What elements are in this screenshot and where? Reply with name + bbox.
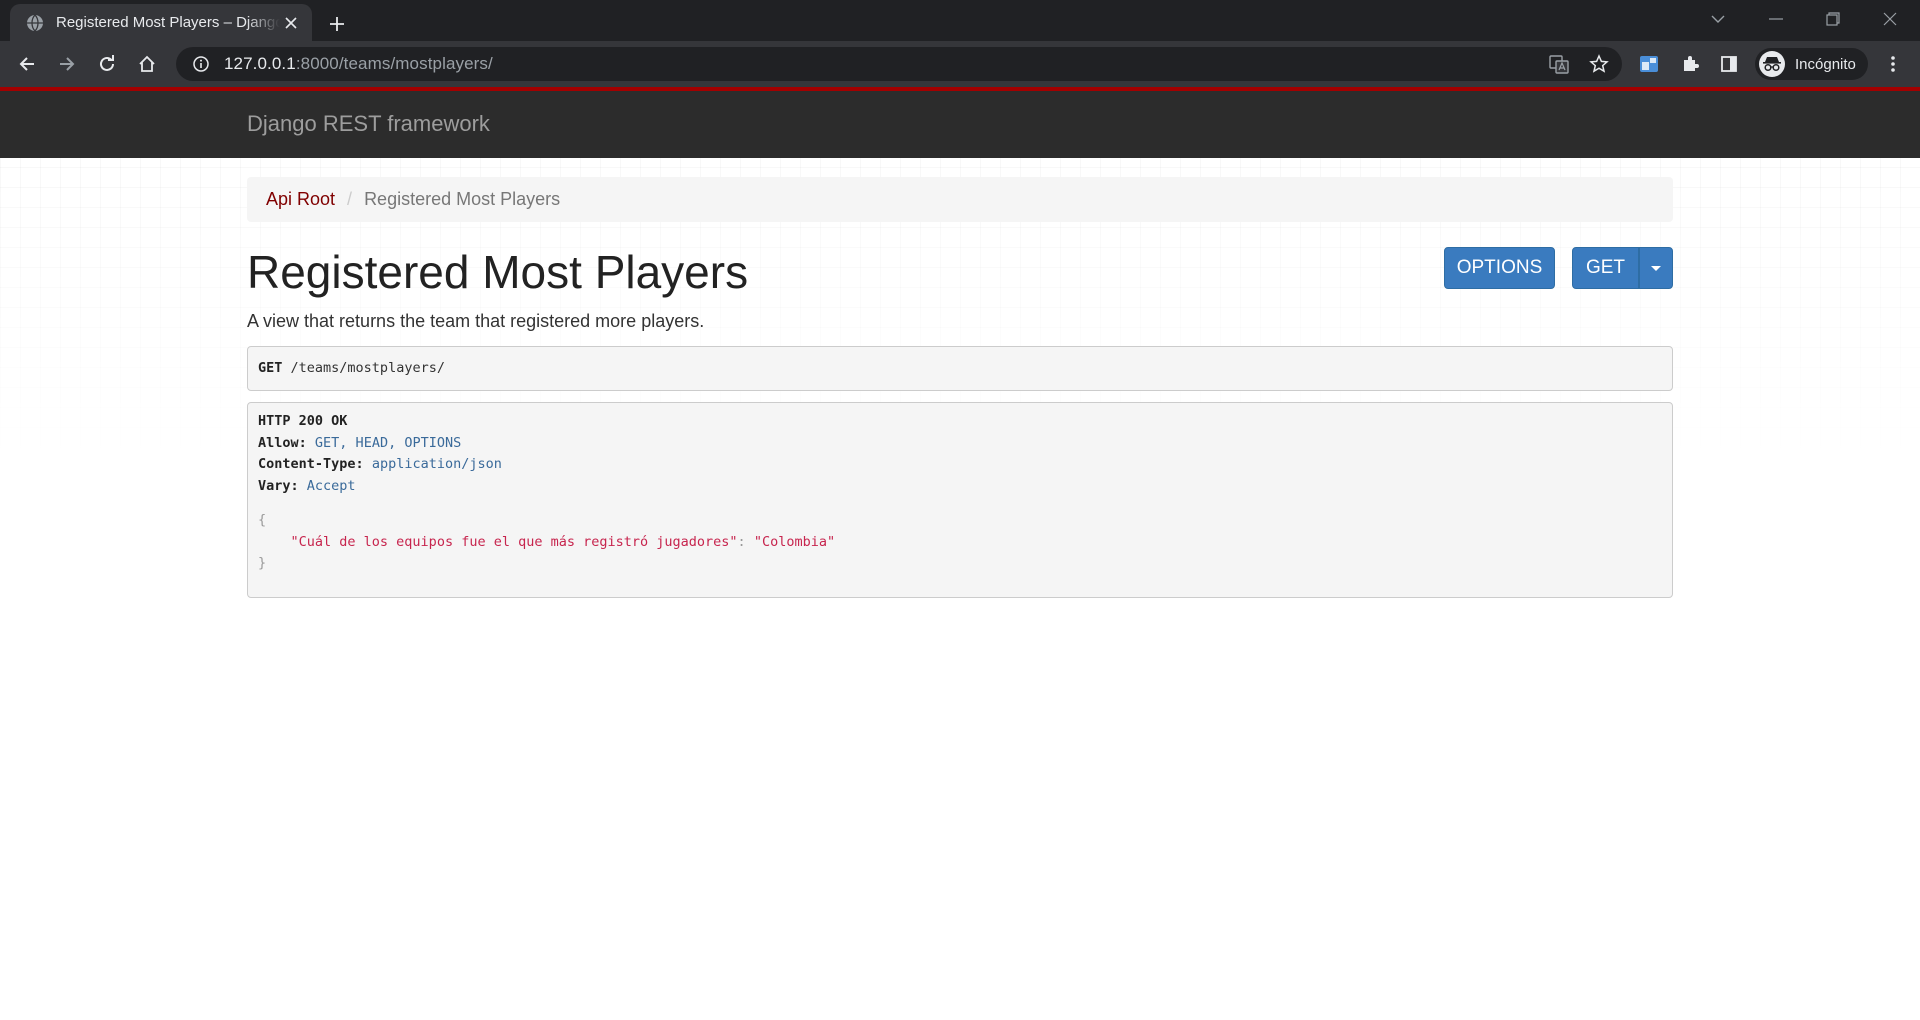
reload-button[interactable]	[90, 47, 124, 81]
breadcrumb-separator: /	[347, 189, 353, 209]
json-open-brace: {	[258, 512, 267, 528]
url-host: 127.0.0.1	[224, 54, 296, 73]
response-header-vary: Vary: Accept	[258, 476, 1662, 498]
header-name: Content-Type:	[258, 456, 364, 472]
more-vertical-icon	[1891, 56, 1895, 72]
info-icon[interactable]	[192, 55, 210, 73]
globe-icon	[26, 14, 44, 32]
options-button[interactable]: OPTIONS	[1444, 247, 1555, 289]
new-tab-button[interactable]	[322, 9, 352, 39]
breadcrumb-current: Registered Most Players	[364, 189, 561, 209]
request-path: /teams/mostplayers/	[290, 359, 445, 376]
response-header-allow: Allow: GET, HEAD, OPTIONS	[258, 433, 1662, 455]
drf-navbar: Django REST framework	[0, 87, 1920, 158]
browser-tab-strip: Registered Most Players – Django REST fr…	[0, 0, 1920, 41]
browser-tab[interactable]: Registered Most Players – Django REST fr…	[10, 4, 312, 41]
side-panel-icon	[1721, 56, 1737, 72]
navbar-brand[interactable]: Django REST framework	[247, 111, 490, 137]
back-button[interactable]	[10, 47, 44, 81]
json-value: "Colombia"	[753, 533, 836, 550]
response-status: HTTP 200 OK	[258, 413, 348, 429]
incognito-icon	[1759, 51, 1785, 77]
json-close-brace: }	[258, 555, 267, 571]
url-path: :8000/teams/mostplayers/	[295, 54, 493, 73]
browser-menu-button[interactable]	[1876, 47, 1910, 81]
header-name: Vary:	[258, 477, 299, 494]
home-button[interactable]	[130, 47, 164, 81]
close-icon[interactable]	[280, 12, 302, 34]
response-header-content-type: Content-Type: application/json	[258, 454, 1662, 476]
get-format-dropdown[interactable]	[1639, 247, 1673, 289]
view-description: A view that returns the team that regist…	[247, 311, 705, 331]
restore-button[interactable]	[1805, 0, 1861, 38]
forward-button[interactable]	[50, 47, 84, 81]
close-icon	[1883, 12, 1897, 26]
header-value: Accept	[306, 477, 356, 494]
response-info: HTTP 200 OK Allow: GET, HEAD, OPTIONS Co…	[247, 402, 1673, 598]
star-icon[interactable]	[1586, 51, 1612, 77]
extension-app-icon	[1640, 56, 1658, 72]
header-value: GET, HEAD, OPTIONS	[314, 434, 462, 451]
home-icon	[139, 55, 155, 72]
json-colon: :	[737, 533, 754, 550]
close-window-button[interactable]	[1862, 0, 1918, 38]
minimize-button[interactable]	[1748, 0, 1804, 38]
page-viewport: Django REST framework Api Root / Registe…	[0, 87, 1920, 1020]
json-key: "Cuál de los equipos fue el que más regi…	[290, 533, 738, 550]
header-name: Allow:	[258, 434, 307, 451]
profile-label: Incógnito	[1795, 55, 1856, 73]
caret-down-icon	[1651, 265, 1661, 271]
json-body-line: "Cuál de los equipos fue el que más regi…	[258, 532, 1662, 554]
side-panel-button[interactable]	[1712, 47, 1746, 81]
minimize-icon	[1769, 18, 1783, 20]
breadcrumb: Api Root / Registered Most Players	[247, 177, 1673, 222]
request-info: GET /teams/mostplayers/	[247, 346, 1673, 391]
get-button-group: GET	[1572, 247, 1673, 289]
plus-icon	[330, 17, 344, 31]
extensions-button[interactable]	[1673, 47, 1707, 81]
puzzle-icon	[1684, 56, 1699, 71]
arrow-right-icon	[60, 57, 75, 71]
get-button[interactable]: GET	[1572, 247, 1639, 289]
url-text[interactable]: 127.0.0.1:8000/teams/mostplayers/	[224, 54, 493, 74]
extension-button[interactable]	[1632, 47, 1666, 81]
restore-icon	[1826, 12, 1840, 26]
omnibox-actions	[1546, 47, 1612, 81]
translate-icon[interactable]	[1546, 51, 1572, 77]
breadcrumb-api-root[interactable]: Api Root	[266, 189, 335, 210]
chevron-down-icon	[1711, 15, 1725, 23]
reload-icon	[100, 55, 114, 71]
incognito-profile-button[interactable]: Incógnito	[1755, 48, 1868, 80]
tab-title: Registered Most Players – Django REST fr…	[56, 14, 280, 31]
header-value: application/json	[371, 456, 502, 472]
arrow-left-icon	[19, 57, 34, 71]
request-method: GET	[258, 359, 283, 376]
address-bar[interactable]: 127.0.0.1:8000/teams/mostplayers/	[176, 47, 1622, 81]
tab-search-button[interactable]	[1690, 0, 1746, 38]
page-title: Registered Most Players	[247, 246, 749, 298]
browser-toolbar: 127.0.0.1:8000/teams/mostplayers/ Incógn…	[0, 41, 1920, 87]
